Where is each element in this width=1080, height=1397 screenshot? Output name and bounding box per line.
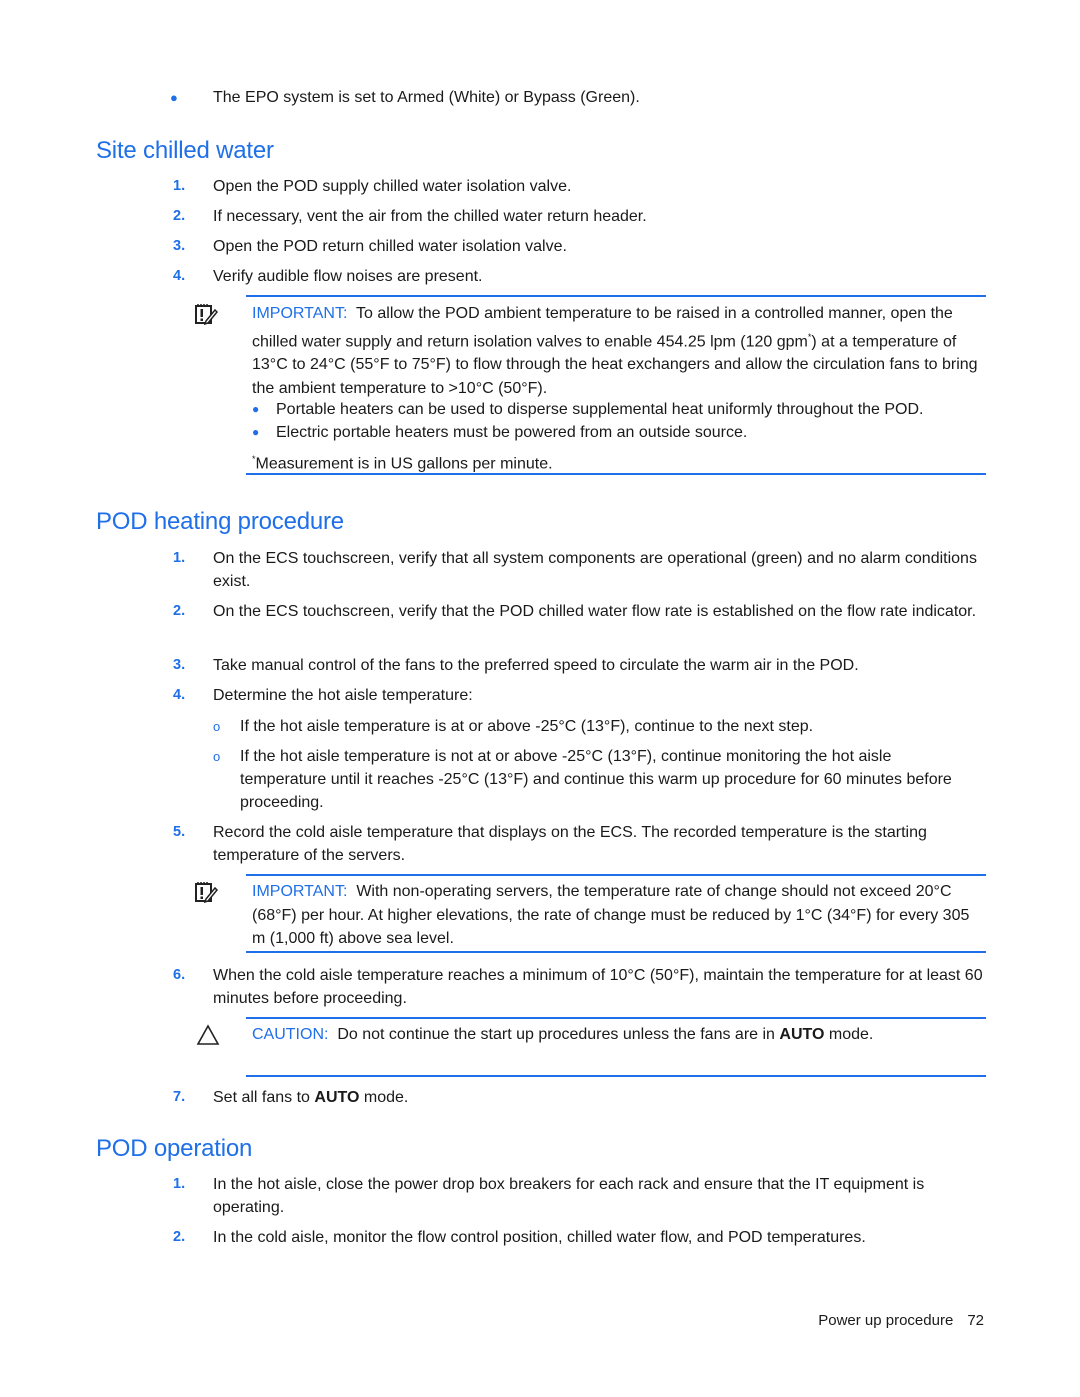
note-label: CAUTION: — [252, 1026, 329, 1043]
step-number: 5. — [173, 824, 186, 840]
step-text: On the ECS touchscreen, verify that the … — [213, 603, 977, 620]
important-note: IMPORTANT: To allow the POD ambient temp… — [252, 302, 987, 400]
note-text-after: mode. — [824, 1026, 874, 1043]
section-heading-pod-heating: POD heating procedure — [96, 508, 344, 535]
step-number: 1. — [173, 178, 186, 194]
note-label: IMPORTANT: — [252, 883, 348, 900]
sub-bullet-text: If the hot aisle temperature is not at o… — [240, 748, 952, 811]
caution-note: CAUTION: Do not continue the start up pr… — [252, 1023, 987, 1047]
step-text: Take manual control of the fans to the p… — [213, 657, 859, 674]
note-text: With non-operating servers, the temperat… — [252, 883, 970, 947]
note-footnote: *Measurement is in US gallons per minute… — [252, 448, 982, 475]
footnote-text: Measurement is in US gallons per minute. — [255, 455, 553, 473]
bullet-dot: ● — [252, 402, 260, 416]
note-bullet-text: Electric portable heaters must be powere… — [276, 424, 748, 441]
step-number: 1. — [173, 1176, 186, 1192]
step-number: 2. — [173, 1229, 186, 1245]
section-heading-site-chilled-water: Site chilled water — [96, 137, 274, 164]
step-text: If necessary, vent the air from the chil… — [213, 208, 647, 225]
note-bullet-text: Portable heaters can be used to disperse… — [276, 401, 924, 418]
step-text: Determine the hot aisle temperature: — [213, 687, 473, 704]
step-number: 4. — [173, 268, 186, 284]
step-text: Open the POD return chilled water isolat… — [213, 238, 567, 255]
step-number: 3. — [173, 657, 186, 673]
caution-top-rule — [246, 1017, 986, 1019]
step-text: When the cold aisle temperature reaches … — [213, 967, 983, 1007]
sub-bullet-marker: o — [213, 749, 221, 764]
step-number: 4. — [173, 687, 186, 703]
caution-triangle-icon — [196, 1024, 220, 1051]
important-note-icon — [194, 302, 219, 331]
step-text: Open the POD supply chilled water isolat… — [213, 178, 572, 195]
step-number: 7. — [173, 1089, 186, 1105]
sub-bullet-marker: o — [213, 719, 221, 734]
footer-section-title: Power up procedure — [818, 1312, 954, 1329]
step-number: 6. — [173, 967, 186, 983]
auto-mode-text: AUTO — [314, 1089, 360, 1106]
note-text: Do not continue the start up procedures … — [337, 1026, 780, 1043]
note-top-rule — [246, 874, 986, 876]
note-bottom-rule — [246, 951, 986, 953]
step-text-after: mode. — [359, 1089, 409, 1106]
important-note: IMPORTANT: With non-operating servers, t… — [252, 880, 987, 951]
important-note-icon — [194, 880, 219, 909]
note-bottom-rule — [246, 473, 986, 475]
step-text-before: Set all fans to — [213, 1089, 315, 1106]
step-number: 1. — [173, 550, 186, 566]
step-text: On the ECS touchscreen, verify that all … — [213, 550, 977, 590]
step-text: In the hot aisle, close the power drop b… — [213, 1176, 925, 1216]
step-number: 2. — [173, 603, 186, 619]
section-heading-pod-operation: POD operation — [96, 1135, 253, 1162]
step-text: Set all fans to AUTO mode. — [213, 1086, 988, 1109]
step-text: Record the cold aisle temperature that d… — [213, 824, 927, 864]
step-number: 3. — [173, 238, 186, 254]
note-label: IMPORTANT: — [252, 305, 348, 322]
sub-bullet-text: If the hot aisle temperature is at or ab… — [240, 718, 814, 735]
page-footer: Power up procedure 72 — [818, 1312, 984, 1329]
step-text: Verify audible flow noises are present. — [213, 268, 483, 285]
step-number: 2. — [173, 208, 186, 224]
page-number: 72 — [967, 1312, 984, 1329]
bullet-dot: ● — [170, 90, 178, 105]
auto-mode-text: AUTO — [779, 1026, 825, 1043]
intro-bullet-text: The EPO system is set to Armed (White) o… — [213, 89, 640, 106]
step-text: In the cold aisle, monitor the flow cont… — [213, 1229, 866, 1246]
note-top-rule — [246, 295, 986, 297]
caution-bottom-rule — [246, 1075, 986, 1077]
bullet-dot: ● — [252, 425, 260, 439]
